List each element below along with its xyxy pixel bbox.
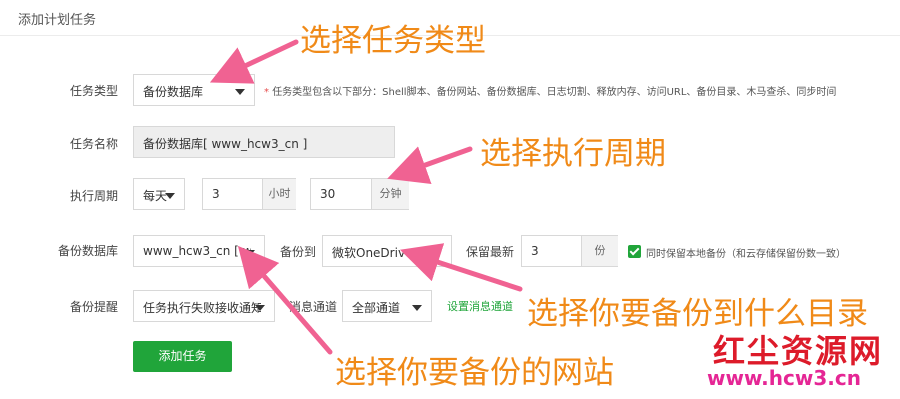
arrow-to-backup-site	[237, 245, 333, 355]
arrow-to-backup-target	[399, 243, 523, 292]
watermark-url: www.hcw3.cn	[707, 366, 861, 390]
arrow-to-task-type	[209, 39, 299, 84]
annotation-select-site: 选择你要备份的网站	[335, 355, 614, 391]
annotation-select-period: 选择执行周期	[480, 136, 666, 172]
annotation-select-type: 选择任务类型	[300, 23, 486, 59]
arrow-to-period	[387, 146, 473, 185]
